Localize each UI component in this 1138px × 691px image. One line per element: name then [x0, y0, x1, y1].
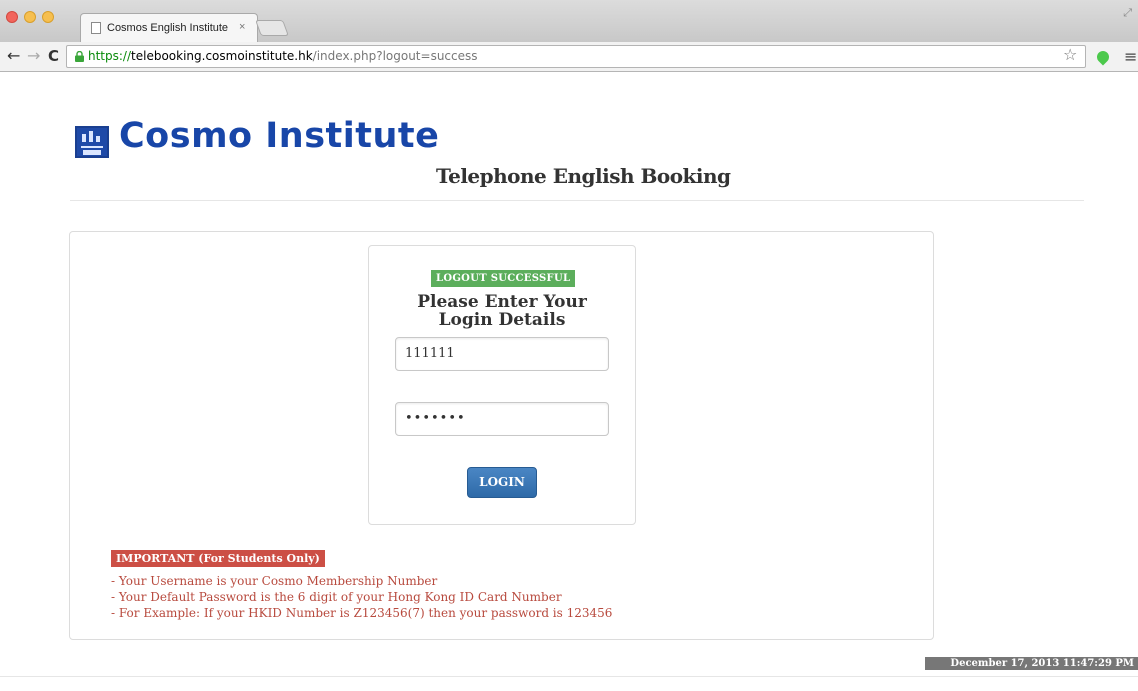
note-line: - For Example: If your HKID Number is Z1… [111, 606, 613, 620]
header-divider [70, 200, 1084, 201]
forward-icon[interactable]: → [27, 47, 40, 65]
tab-title: Cosmos English Institute [107, 22, 229, 34]
page-content: Cosmo Institute Telephone English Bookin… [0, 72, 1138, 691]
star-icon[interactable]: ☆ [1063, 45, 1077, 64]
close-tab-icon[interactable]: × [239, 21, 245, 33]
note-line: - Your Default Password is the 6 digit o… [111, 590, 562, 604]
browser-tab[interactable]: Cosmos English Institute × [80, 13, 258, 42]
fullscreen-icon[interactable]: ⤢ [1123, 6, 1132, 20]
close-window-button[interactable] [6, 11, 18, 23]
login-button[interactable]: LOGIN [467, 467, 537, 498]
menu-icon[interactable]: ≡ [1124, 47, 1137, 66]
cosmo-logo-icon [75, 126, 109, 158]
url-text: https://telebooking.cosmoinstitute.hk/in… [88, 49, 478, 63]
new-tab-button[interactable] [255, 20, 289, 36]
minimize-window-button[interactable] [24, 11, 36, 23]
page-icon [91, 22, 101, 34]
lock-icon [75, 51, 84, 62]
footer-divider [0, 676, 1138, 677]
important-badge: IMPORTANT (For Students Only) [111, 550, 325, 567]
note-line: - Your Username is your Cosmo Membership… [111, 574, 438, 588]
important-notes: - Your Username is your Cosmo Membership… [111, 573, 612, 621]
browser-toolbar: ← → C https://telebooking.cosmoinstitute… [0, 42, 1138, 72]
username-field[interactable]: 111111 [395, 337, 609, 371]
logout-status-badge: LOGOUT SUCCESSFUL [431, 270, 576, 287]
browser-tab-bar: Cosmos English Institute × ⤢ [0, 0, 1138, 42]
reload-icon[interactable]: C [48, 47, 59, 65]
password-field[interactable]: ••••••• [395, 402, 609, 436]
address-bar[interactable]: https://telebooking.cosmoinstitute.hk/in… [66, 45, 1086, 68]
timestamp-badge: December 17, 2013 11:47:29 PM [925, 657, 1138, 670]
back-icon[interactable]: ← [7, 47, 20, 65]
zoom-window-button[interactable] [42, 11, 54, 23]
logo-text: Cosmo Institute [119, 116, 440, 156]
login-heading: Please Enter Your Login Details [417, 292, 587, 330]
page-subtitle: Telephone English Booking [436, 164, 731, 188]
